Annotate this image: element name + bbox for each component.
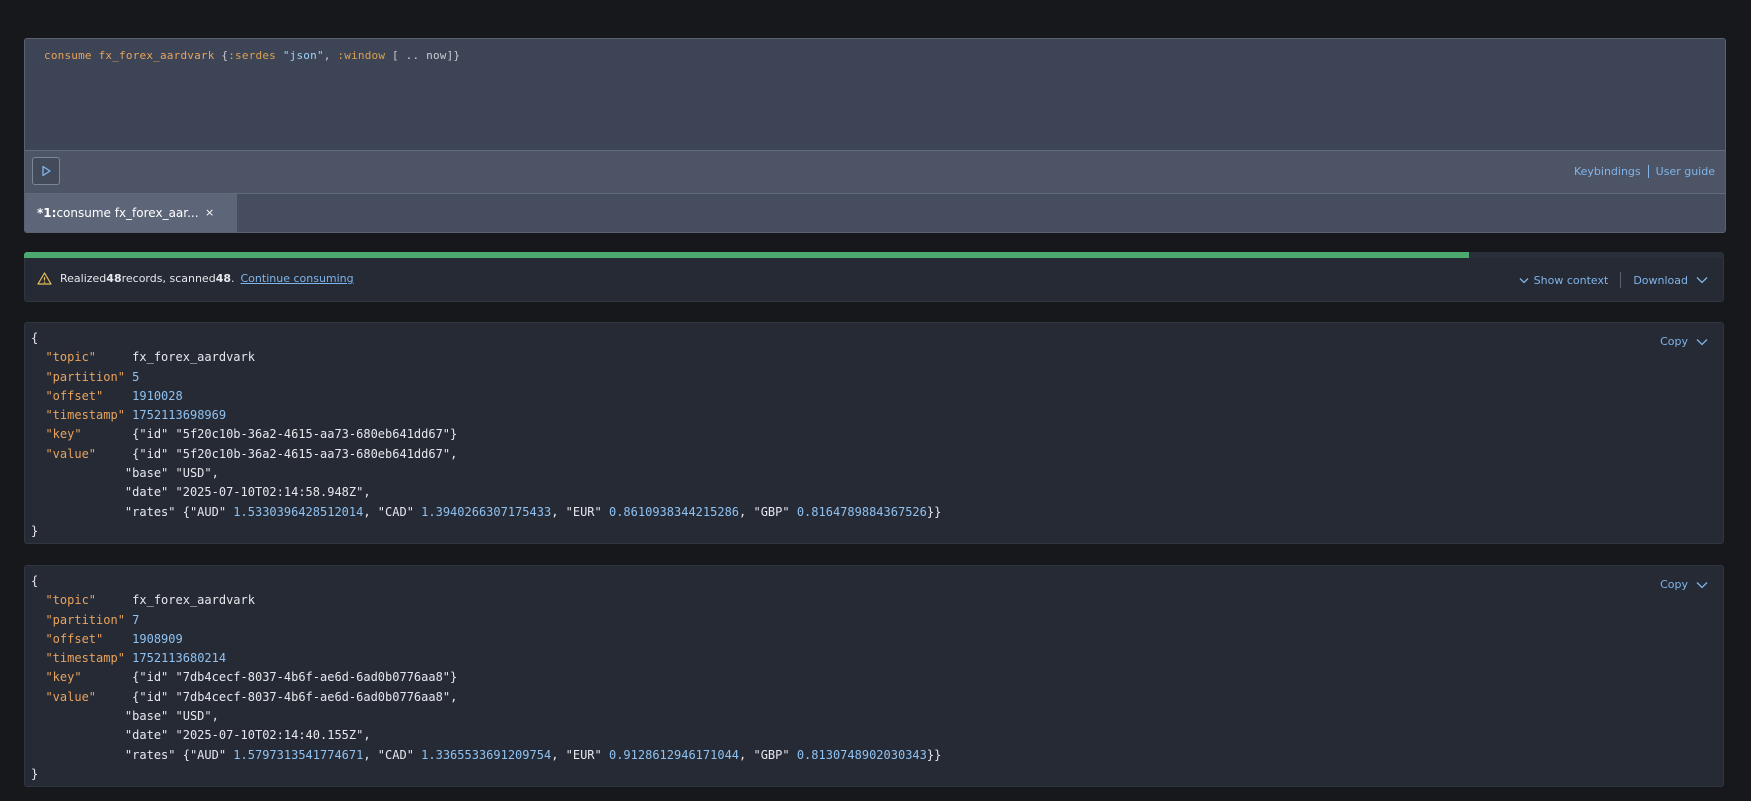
field-key-value: "value" bbox=[45, 689, 97, 704]
editor-toolbar: Keybindings User guide bbox=[25, 151, 1725, 194]
query-keyword: consume fx_forex_aardvark bbox=[44, 49, 215, 62]
chevron-down-icon bbox=[1696, 581, 1708, 588]
field-key-topic: "topic" bbox=[45, 593, 97, 608]
status-text-end: . bbox=[231, 272, 235, 285]
rate-aud: 1.5330396428512014 bbox=[233, 504, 364, 519]
query-window-value: [ .. now] bbox=[385, 49, 454, 62]
base-value: "USD" bbox=[175, 466, 212, 481]
user-guide-link[interactable]: User guide bbox=[1656, 165, 1715, 178]
query-serdes-key: :serdes bbox=[228, 49, 276, 62]
field-key-timestamp: "timestamp" bbox=[45, 651, 125, 666]
timestamp-value: 1752113680214 bbox=[132, 651, 227, 666]
chevron-down-icon bbox=[1696, 338, 1708, 345]
links-divider bbox=[1647, 165, 1649, 178]
run-query-button[interactable] bbox=[32, 157, 60, 185]
tab-close-icon[interactable]: × bbox=[205, 206, 214, 219]
value-id: "7db4cecf-8037-4b6f-ae6d-6ad0b0776aa8" bbox=[175, 689, 451, 704]
record-json[interactable]: { "topic" fx_forex_aardvark "partition" … bbox=[31, 329, 941, 541]
field-key-key: "key" bbox=[45, 670, 82, 685]
show-context-button[interactable]: Show context bbox=[1514, 273, 1609, 287]
rate-gbp: 0.8130748902030343 bbox=[796, 747, 927, 762]
offset-value: 1910028 bbox=[132, 388, 183, 403]
field-key-offset: "offset" bbox=[45, 388, 104, 403]
query-editor[interactable]: consume fx_forex_aardvark {:serdes "json… bbox=[25, 39, 1725, 151]
query-window-key: :window bbox=[337, 49, 386, 62]
record-card: { "topic" fx_forex_aardvark "partition" … bbox=[24, 565, 1724, 787]
copy-label: Copy bbox=[1660, 335, 1688, 348]
query-tab[interactable]: *1: consume fx_forex_aar... × bbox=[25, 194, 237, 232]
warning-icon bbox=[37, 272, 52, 285]
value-id: "5f20c10b-36a2-4615-aa73-680eb641dd67" bbox=[175, 446, 451, 461]
rate-gbp: 0.8164789884367526 bbox=[796, 504, 927, 519]
timestamp-value: 1752113698969 bbox=[132, 408, 227, 423]
query-serdes-value: "json" bbox=[282, 49, 324, 62]
field-key-timestamp: "timestamp" bbox=[45, 408, 125, 423]
status-divider bbox=[1620, 272, 1622, 288]
key-id-value: "7db4cecf-8037-4b6f-ae6d-6ad0b0776aa8" bbox=[175, 670, 451, 685]
copy-label: Copy bbox=[1660, 578, 1688, 591]
offset-value: 1908909 bbox=[132, 631, 183, 646]
topic-value: fx_forex_aardvark bbox=[132, 593, 255, 608]
download-button[interactable]: Download bbox=[1633, 274, 1713, 287]
chevron-down-icon bbox=[1696, 277, 1708, 284]
rate-aud: 1.5797313541774671 bbox=[233, 747, 364, 762]
continue-consuming-link[interactable]: Continue consuming bbox=[241, 272, 354, 285]
query-editor-panel: consume fx_forex_aardvark {:serdes "json… bbox=[24, 38, 1726, 233]
rate-eur: 0.9128612946171044 bbox=[608, 747, 740, 762]
field-key-partition: "partition" bbox=[45, 369, 125, 384]
date-value: "2025-07-10T02:14:58.948Z" bbox=[175, 485, 364, 500]
field-key-key: "key" bbox=[45, 427, 82, 442]
rate-cad: 1.3365533691209754 bbox=[421, 747, 552, 762]
query-brace-close: } bbox=[453, 49, 461, 62]
copy-button[interactable]: Copy bbox=[1660, 578, 1713, 591]
show-context-label: Show context bbox=[1533, 273, 1609, 287]
play-icon bbox=[42, 165, 51, 177]
field-key-partition: "partition" bbox=[45, 612, 125, 627]
realized-count: 48 bbox=[106, 272, 122, 285]
partition-value: 5 bbox=[132, 369, 140, 384]
topic-value: fx_forex_aardvark bbox=[132, 350, 255, 365]
record-json[interactable]: { "topic" fx_forex_aardvark "partition" … bbox=[31, 572, 941, 784]
status-text-scanned: records, scanned bbox=[121, 272, 216, 285]
status-bar: Realized 48 records, scanned 48. Continu… bbox=[24, 258, 1724, 302]
status-text-realized: Realized bbox=[60, 272, 107, 285]
date-value: "2025-07-10T02:14:40.155Z" bbox=[175, 728, 364, 743]
tab-label: consume fx_forex_aar... bbox=[56, 206, 199, 220]
download-label: Download bbox=[1633, 273, 1688, 287]
rate-cad: 1.3940266307175433 bbox=[421, 504, 552, 519]
base-value: "USD" bbox=[175, 709, 212, 724]
scanned-count: 48 bbox=[215, 272, 231, 285]
chevron-down-icon bbox=[1519, 277, 1529, 283]
field-key-offset: "offset" bbox=[45, 631, 104, 646]
query-code-line[interactable]: consume fx_forex_aardvark {:serdes "json… bbox=[44, 49, 460, 62]
query-tab-bar: *1: consume fx_forex_aar... × bbox=[25, 194, 1725, 232]
partition-value: 7 bbox=[132, 612, 140, 627]
keybindings-link[interactable]: Keybindings bbox=[1574, 165, 1641, 178]
tab-index: *1: bbox=[37, 206, 57, 220]
rate-eur: 0.8610938344215286 bbox=[608, 504, 740, 519]
key-id-value: "5f20c10b-36a2-4615-aa73-680eb641dd67" bbox=[175, 427, 451, 442]
record-card: { "topic" fx_forex_aardvark "partition" … bbox=[24, 322, 1724, 544]
field-key-topic: "topic" bbox=[45, 350, 97, 365]
query-comma: , bbox=[323, 49, 338, 62]
field-key-value: "value" bbox=[45, 446, 97, 461]
copy-button[interactable]: Copy bbox=[1660, 335, 1713, 348]
query-brace-open: { bbox=[214, 49, 229, 62]
